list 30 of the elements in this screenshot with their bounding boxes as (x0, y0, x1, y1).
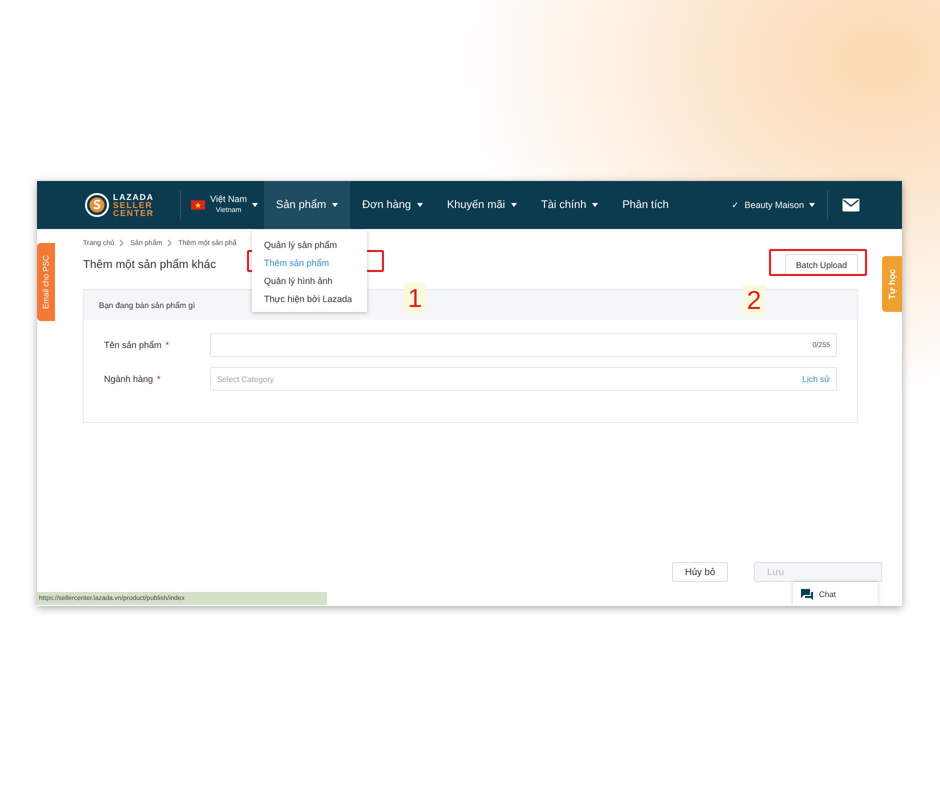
chat-icon (801, 588, 813, 600)
nav-menu[interactable]: Đơn hàng (350, 181, 435, 229)
category-select[interactable]: Select Category Lịch sử (210, 367, 837, 391)
logo-text: LAZADA SELLER CENTER (113, 193, 154, 217)
field-label: Tên sản phẩm (104, 340, 162, 350)
required-mark: * (157, 374, 161, 384)
required-mark: * (166, 340, 170, 350)
dropdown-item[interactable]: Quản lý sản phẩm (252, 236, 367, 254)
chat-button[interactable]: Chat (793, 582, 878, 606)
placeholder-text: Select Category (217, 374, 274, 384)
nav-menu[interactable]: Tài chính (529, 181, 610, 229)
mail-icon[interactable] (842, 198, 860, 212)
dropdown-item[interactable]: Thêm sản phẩm (252, 254, 367, 272)
nav-menu[interactable]: Phân tích (610, 181, 681, 229)
flag-icon (191, 199, 206, 211)
account-menu[interactable]: ✓ Beauty Maison (725, 190, 828, 220)
batch-upload-button[interactable]: Batch Upload (784, 254, 858, 276)
page-title: Thêm một sản phẩm khác (83, 259, 216, 271)
history-link[interactable]: Lịch sử (802, 374, 830, 384)
step-number: 1 (404, 283, 426, 313)
nav-menu[interactable]: Khuyến mãi (434, 181, 530, 229)
chevron-icon (167, 239, 174, 247)
logo-icon (85, 193, 109, 217)
dropdown-item[interactable]: Thực hiện bởi Lazada (252, 290, 367, 308)
dropdown-item[interactable]: Quản lý hình ảnh (252, 272, 367, 290)
cancel-button[interactable]: Hủy bỏ (672, 562, 728, 582)
field-label: Ngành hàng (104, 374, 154, 384)
nav-menu[interactable]: Sản phẩm (264, 181, 350, 229)
step-number: 2 (743, 285, 765, 315)
chevron-icon (119, 239, 126, 247)
